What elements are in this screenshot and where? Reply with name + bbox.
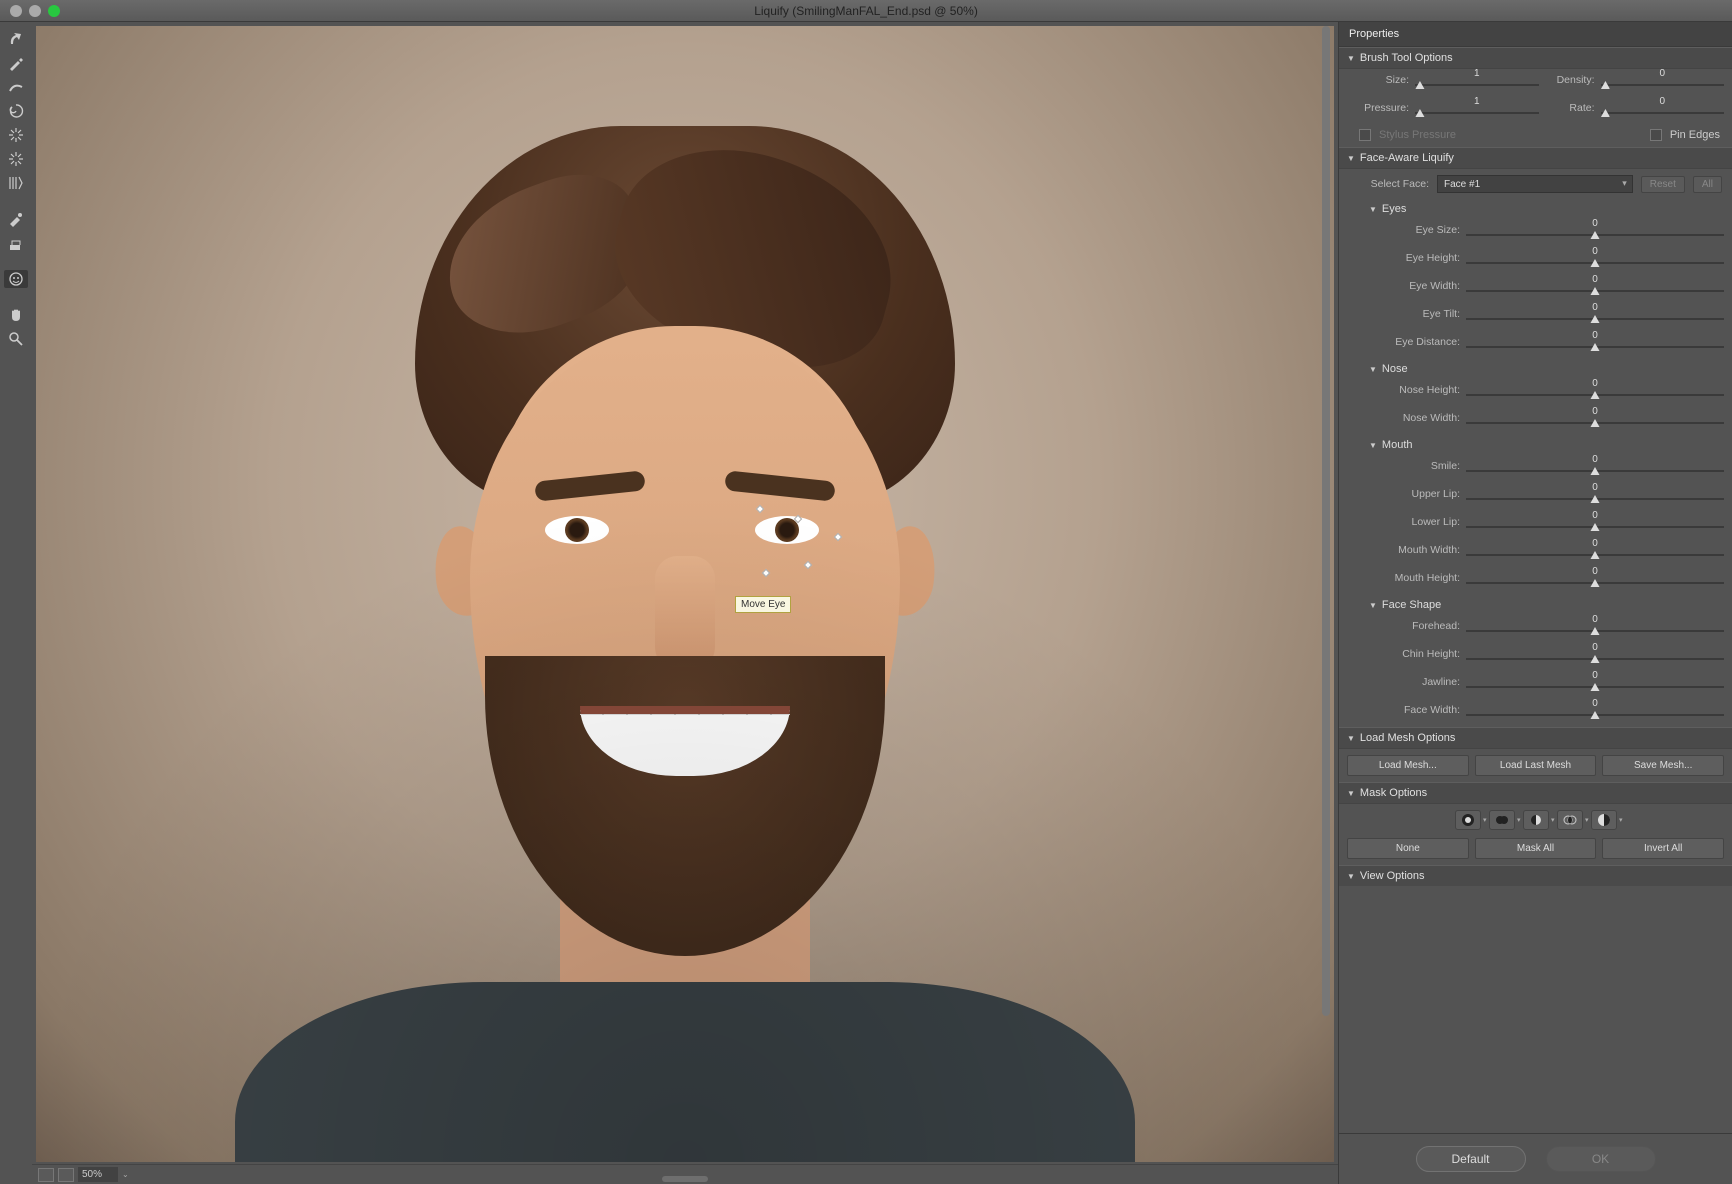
image-canvas[interactable]: Move Eye <box>36 26 1334 1162</box>
eye-height-slider[interactable]: 0 <box>1466 250 1724 266</box>
freeze-mask-tool-icon[interactable] <box>4 210 28 228</box>
minimize-window-icon[interactable] <box>29 5 41 17</box>
canvas-scrollbar[interactable] <box>1322 26 1330 1026</box>
zoom-tool-icon[interactable] <box>4 330 28 348</box>
face-tool-icon[interactable] <box>4 270 28 288</box>
canvas-tooltip: Move Eye <box>735 596 791 613</box>
rate-slider[interactable]: 0 <box>1601 100 1725 116</box>
eye-width-slider[interactable]: 0 <box>1466 278 1724 294</box>
disclosure-triangle-icon: ▼ <box>1369 205 1377 214</box>
eye-size-slider[interactable]: 0 <box>1466 222 1724 238</box>
face-control-point[interactable] <box>834 533 842 541</box>
rate-label: Rate: <box>1545 102 1595 114</box>
lower-lip-slider[interactable]: 0 <box>1466 514 1724 530</box>
pucker-tool-icon[interactable] <box>4 126 28 144</box>
bloat-tool-icon[interactable] <box>4 150 28 168</box>
pressure-label: Pressure: <box>1359 102 1409 114</box>
mask-add-icon[interactable] <box>1489 810 1515 830</box>
eye-distance-slider[interactable]: 0 <box>1466 334 1724 350</box>
mask-intersect-icon[interactable] <box>1557 810 1583 830</box>
section-mask-options[interactable]: ▼ Mask Options <box>1339 782 1732 804</box>
mask-invert-button[interactable]: Invert All <box>1602 838 1724 859</box>
density-slider[interactable]: 0 <box>1601 72 1725 88</box>
reconstruct-tool-icon[interactable] <box>4 54 28 72</box>
smile-slider[interactable]: 0 <box>1466 458 1724 474</box>
disclosure-triangle-icon: ▼ <box>1369 601 1377 610</box>
subsection-mouth[interactable]: ▼ Mouth <box>1339 435 1732 455</box>
window-title: Liquify (SmilingManFAL_End.psd @ 50%) <box>754 4 978 18</box>
jawline-slider[interactable]: 0 <box>1466 674 1724 690</box>
mask-none-button[interactable]: None <box>1347 838 1469 859</box>
forward-warp-tool-icon[interactable] <box>4 30 28 48</box>
section-brush-tool-options[interactable]: ▼ Brush Tool Options <box>1339 47 1732 69</box>
statusbar-button[interactable] <box>58 1168 74 1182</box>
size-label: Size: <box>1359 74 1409 86</box>
select-face-label: Select Face: <box>1369 178 1429 190</box>
statusbar-handle[interactable] <box>662 1176 708 1182</box>
hand-tool-icon[interactable] <box>4 306 28 324</box>
reset-face-button[interactable]: Reset <box>1641 176 1685 193</box>
mouth-height-slider[interactable]: 0 <box>1466 570 1724 586</box>
nose-width-slider[interactable]: 0 <box>1466 410 1724 426</box>
canvas-statusbar: ⌄ <box>32 1164 1338 1184</box>
select-face-dropdown[interactable]: Face #1 <box>1437 175 1633 193</box>
disclosure-triangle-icon: ▼ <box>1347 54 1355 63</box>
zoom-input[interactable] <box>78 1167 118 1182</box>
subsection-nose[interactable]: ▼ Nose <box>1339 359 1732 379</box>
eye-tilt-slider[interactable]: 0 <box>1466 306 1724 322</box>
disclosure-triangle-icon: ▼ <box>1347 734 1355 743</box>
face-control-point[interactable] <box>804 561 812 569</box>
section-face-aware-liquify[interactable]: ▼ Face-Aware Liquify <box>1339 147 1732 169</box>
disclosure-triangle-icon: ▼ <box>1347 154 1355 163</box>
load-mesh-button[interactable]: Load Mesh... <box>1347 755 1469 776</box>
subsection-face-shape[interactable]: ▼ Face Shape <box>1339 595 1732 615</box>
disclosure-triangle-icon: ▼ <box>1347 872 1355 881</box>
statusbar-button[interactable] <box>38 1168 54 1182</box>
panel-title: Properties <box>1339 22 1732 47</box>
maximize-window-icon[interactable] <box>48 5 60 17</box>
pin-edges-label: Pin Edges <box>1670 129 1720 141</box>
smooth-tool-icon[interactable] <box>4 78 28 96</box>
size-slider[interactable]: 1 <box>1415 72 1539 88</box>
zoom-dropdown-icon[interactable]: ⌄ <box>122 1170 129 1179</box>
save-mesh-button[interactable]: Save Mesh... <box>1602 755 1724 776</box>
face-control-point[interactable] <box>762 569 770 577</box>
mask-replace-icon[interactable] <box>1455 810 1481 830</box>
mask-subtract-icon[interactable] <box>1523 810 1549 830</box>
liquify-toolbar <box>0 22 32 1184</box>
section-load-mesh[interactable]: ▼ Load Mesh Options <box>1339 727 1732 749</box>
disclosure-triangle-icon: ▼ <box>1347 789 1355 798</box>
thaw-mask-tool-icon[interactable] <box>4 234 28 252</box>
density-label: Density: <box>1545 74 1595 86</box>
mask-invert-icon[interactable] <box>1591 810 1617 830</box>
subsection-eyes[interactable]: ▼ Eyes <box>1339 199 1732 219</box>
pressure-slider[interactable]: 1 <box>1415 100 1539 116</box>
mask-all-button[interactable]: Mask All <box>1475 838 1597 859</box>
disclosure-triangle-icon: ▼ <box>1369 441 1377 450</box>
disclosure-triangle-icon: ▼ <box>1369 365 1377 374</box>
chin-height-slider[interactable]: 0 <box>1466 646 1724 662</box>
nose-height-slider[interactable]: 0 <box>1466 382 1724 398</box>
ok-button[interactable]: OK <box>1546 1146 1656 1172</box>
push-left-tool-icon[interactable] <box>4 174 28 192</box>
pin-edges-checkbox[interactable] <box>1650 129 1662 141</box>
twirl-tool-icon[interactable] <box>4 102 28 120</box>
stylus-pressure-label: Stylus Pressure <box>1379 129 1456 141</box>
face-control-point[interactable] <box>756 505 764 513</box>
section-view-options[interactable]: ▼ View Options <box>1339 865 1732 886</box>
canvas-area: Move Eye ⌄ <box>32 22 1338 1184</box>
face-width-slider[interactable]: 0 <box>1466 702 1724 718</box>
window-titlebar: Liquify (SmilingManFAL_End.psd @ 50%) <box>0 0 1732 22</box>
upper-lip-slider[interactable]: 0 <box>1466 486 1724 502</box>
mouth-width-slider[interactable]: 0 <box>1466 542 1724 558</box>
dialog-footer: Default OK <box>1339 1133 1732 1184</box>
close-window-icon[interactable] <box>10 5 22 17</box>
forehead-slider[interactable]: 0 <box>1466 618 1724 634</box>
load-last-mesh-button[interactable]: Load Last Mesh <box>1475 755 1597 776</box>
properties-panel: Properties ▼ Brush Tool Options Size: 1 … <box>1338 22 1732 1184</box>
face-control-point[interactable] <box>794 515 802 523</box>
stylus-pressure-checkbox <box>1359 129 1371 141</box>
default-button[interactable]: Default <box>1416 1146 1526 1172</box>
all-faces-button[interactable]: All <box>1693 176 1722 193</box>
